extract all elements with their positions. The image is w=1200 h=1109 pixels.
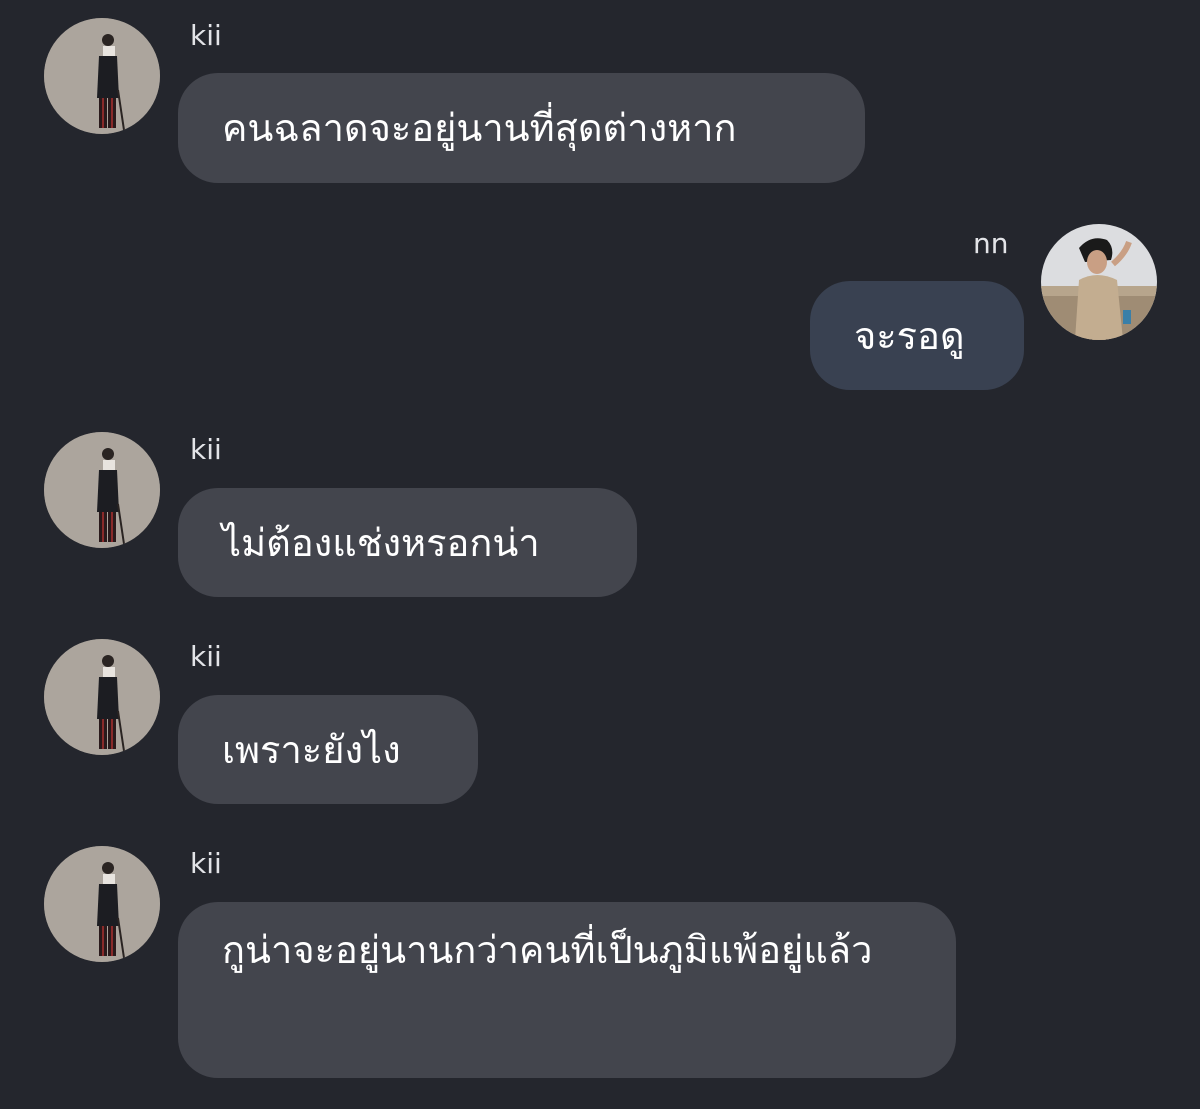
kii-avatar[interactable] — [44, 846, 160, 962]
person-standing-avatar-icon — [44, 432, 160, 548]
kii-avatar[interactable] — [44, 639, 160, 755]
sender-name: kii — [190, 19, 222, 52]
person-standing-avatar-icon — [44, 846, 160, 962]
message-bubble[interactable]: จะรอดู — [810, 281, 1024, 390]
message-bubble[interactable]: กูน่าจะอยู่นานกว่าคนที่เป็นภูมิแพ้อยู่แล… — [178, 902, 956, 1078]
sender-name: nn — [973, 227, 1009, 260]
sender-name: kii — [190, 433, 222, 466]
message-bubble[interactable]: ไม่ต้องแช่งหรอกน่า — [178, 488, 637, 597]
person-outdoor-avatar-icon — [1041, 224, 1157, 340]
person-standing-avatar-icon — [44, 18, 160, 134]
message-bubble[interactable]: คนฉลาดจะอยู่นานที่สุดต่างหาก — [178, 73, 865, 183]
nn-avatar[interactable] — [1041, 224, 1157, 340]
sender-name: kii — [190, 640, 222, 673]
message-bubble[interactable]: เพราะยังไง — [178, 695, 478, 804]
person-standing-avatar-icon — [44, 639, 160, 755]
sender-name: kii — [190, 847, 222, 880]
kii-avatar[interactable] — [44, 432, 160, 548]
kii-avatar[interactable] — [44, 18, 160, 134]
